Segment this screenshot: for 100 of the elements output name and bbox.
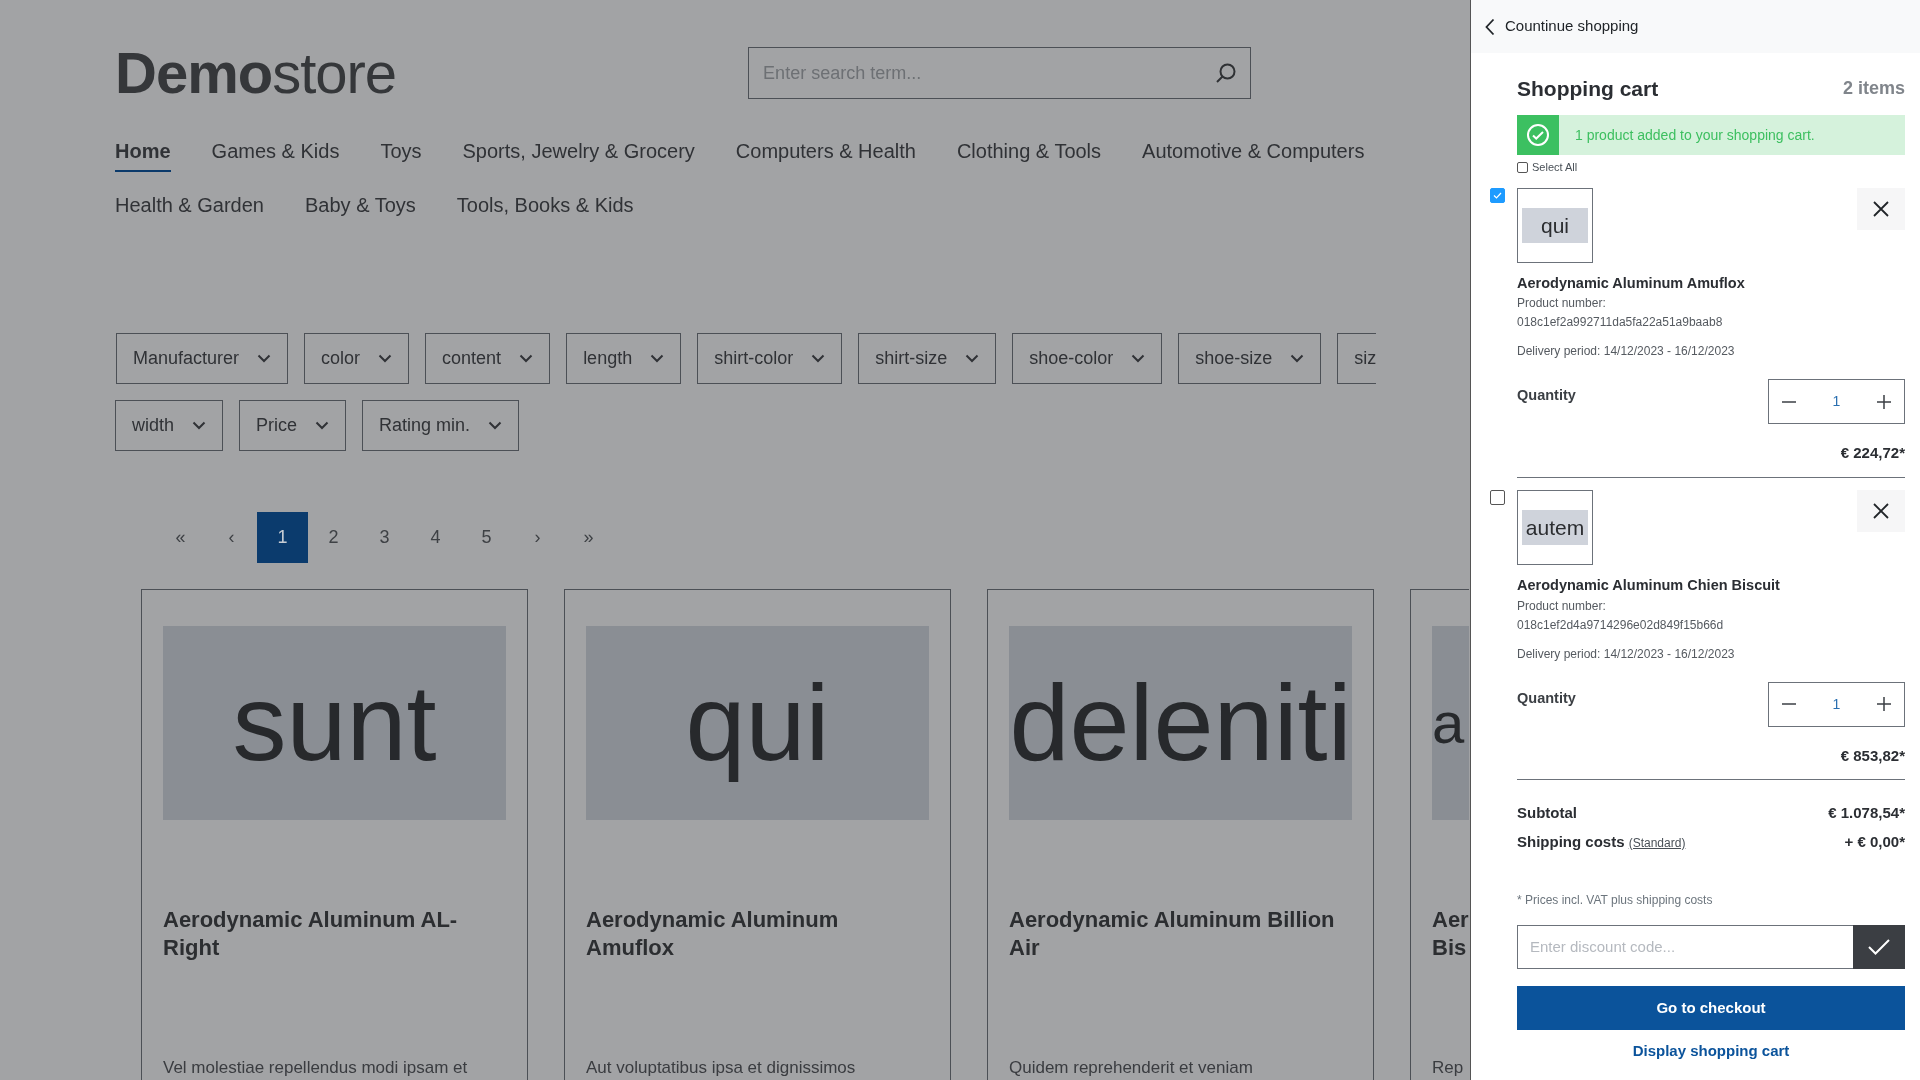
search-icon: [1215, 62, 1238, 84]
nav-link[interactable]: Toys: [380, 136, 422, 172]
filter-dropdown[interactable]: content: [425, 333, 551, 384]
delivery-period: Delivery period: 14/12/2023 - 16/12/2023: [1517, 343, 1736, 361]
minus-icon: [1782, 400, 1796, 403]
product-name[interactable]: Aerodynamic Aluminum Chien Biscuit: [1517, 574, 1905, 597]
shipping-method-link[interactable]: (Standard): [1628, 835, 1686, 850]
chevron-left-icon: [1485, 17, 1495, 36]
check-icon: [1868, 939, 1890, 955]
filter-dropdown[interactable]: Price: [239, 400, 347, 451]
quantity-label: Quantity: [1517, 688, 1576, 708]
chevron-down-icon: [519, 354, 534, 363]
store-logo[interactable]: Demostore: [115, 44, 397, 102]
quantity-label: Quantity: [1517, 386, 1576, 406]
product-image: sunt: [163, 626, 506, 820]
display-cart-link[interactable]: Display shopping cart: [1517, 1040, 1905, 1063]
product-number-label: Product number:: [1517, 597, 1607, 615]
page-button[interactable]: 5: [461, 512, 512, 563]
chevron-down-icon: [965, 354, 980, 363]
product-description: Aut voluptatibus ipsa et dignissimos: [586, 1056, 857, 1079]
filter-dropdown[interactable]: shoe-color: [1012, 333, 1163, 384]
item-price: € 853,82*: [1839, 745, 1905, 766]
product-number: 018c1ef2a992711da5fa22a51a9baab8: [1517, 314, 1724, 332]
item-price: € 224,72*: [1839, 443, 1905, 464]
thumbnail-text: qui: [1522, 207, 1588, 243]
filter-dropdown[interactable]: length: [566, 333, 682, 384]
chevron-down-icon: [192, 421, 207, 430]
chevron-down-icon: [811, 354, 826, 363]
nav-link[interactable]: Health & Garden: [115, 190, 264, 226]
subtotal-value: € 1.078,54*: [1828, 803, 1905, 823]
close-button[interactable]: [1857, 187, 1905, 230]
thumbnail-text: autem: [1522, 509, 1588, 545]
checkbox[interactable]: [1490, 489, 1505, 505]
quantity-value: 1: [1832, 694, 1841, 714]
page-button[interactable]: »: [563, 512, 614, 563]
page-button[interactable]: 4: [410, 512, 461, 563]
product-thumbnail[interactable]: qui: [1517, 187, 1593, 263]
back-link[interactable]: Countinue shopping: [1471, 0, 1920, 53]
product-title[interactable]: Aerodynamic Aluminum Amuflox: [586, 905, 929, 962]
nav-link[interactable]: Automotive & Computers: [1142, 136, 1365, 172]
filter-dropdown[interactable]: shirt-size: [858, 333, 997, 384]
nav-link[interactable]: Games & Kids: [211, 136, 340, 172]
filter-dropdown[interactable]: siz: [1337, 333, 1377, 384]
subtotal-label: Subtotal: [1517, 803, 1577, 823]
chevron-down-icon: [257, 354, 272, 363]
chevron-down-icon: [650, 354, 665, 363]
filter-dropdown[interactable]: shoe-size: [1178, 333, 1322, 384]
discount-field[interactable]: Enter discount code...: [1517, 925, 1853, 969]
quantity-value: 1: [1832, 392, 1841, 412]
nav-link[interactable]: Computers & Health: [735, 136, 916, 172]
filter-dropdown[interactable]: Manufacturer: [116, 333, 289, 384]
success-alert: 1 product added to your shopping cart.: [1517, 115, 1905, 155]
filter-dropdown[interactable]: color: [304, 333, 410, 384]
chevron-down-icon: [488, 421, 503, 430]
vat-note: * Prices incl. VAT plus shipping costs: [1517, 892, 1714, 909]
product-description: Rep: [1432, 1056, 1465, 1079]
delivery-period: Delivery period: 14/12/2023 - 16/12/2023: [1517, 645, 1736, 663]
page-button[interactable]: 1: [257, 512, 308, 563]
product-number: 018c1ef2d4a9714296e02d849f15b66d: [1517, 616, 1725, 634]
check-circle-icon: [1526, 123, 1550, 147]
chevron-down-icon: [1131, 354, 1146, 363]
page-button[interactable]: ›: [512, 512, 563, 563]
close-button[interactable]: [1857, 489, 1905, 532]
product-image: qui: [586, 626, 929, 820]
page-button[interactable]: 3: [359, 512, 410, 563]
chevron-down-icon: [378, 354, 393, 363]
chevron-down-icon: [1290, 354, 1305, 363]
checkbox[interactable]: [1490, 187, 1505, 203]
filter-dropdown[interactable]: width: [115, 400, 224, 451]
filter-dropdown[interactable]: shirt-color: [697, 333, 843, 384]
plus-icon: [1877, 697, 1891, 711]
nav-link[interactable]: Clothing & Tools: [956, 136, 1102, 172]
checkbox[interactable]: [1517, 161, 1528, 173]
apply-button[interactable]: [1853, 925, 1905, 969]
chevron-down-icon: [315, 421, 330, 430]
checkout-button[interactable]: Go to checkout: [1517, 986, 1905, 1030]
product-image: deleniti: [1009, 626, 1352, 820]
product-name[interactable]: Aerodynamic Aluminum Amuflox: [1517, 272, 1905, 295]
plus-icon: [1877, 394, 1891, 409]
nav-link[interactable]: Baby & Toys: [305, 190, 416, 226]
product-description: Quidem reprehenderit et veniam: [1009, 1056, 1254, 1079]
page-button[interactable]: «: [155, 512, 206, 563]
item-count: 2 items: [1842, 77, 1905, 100]
product-thumbnail[interactable]: autem: [1517, 489, 1593, 565]
nav-link[interactable]: Sports, Jewelry & Grocery: [462, 136, 695, 172]
checkbox-label: Select All: [1532, 160, 1578, 175]
check-icon: [1493, 191, 1502, 199]
nav-link[interactable]: Tools, Books & Kids: [456, 190, 634, 226]
product-description: Vel molestiae repellendus modi ipsam et: [163, 1056, 469, 1079]
product-title[interactable]: Aerodynamic Aluminum Billion Air: [1009, 905, 1352, 962]
page-button[interactable]: 2: [308, 512, 359, 563]
nav-link[interactable]: Home: [115, 136, 171, 172]
close-icon: [1873, 200, 1889, 217]
minus-icon: [1782, 703, 1796, 705]
product-title[interactable]: Aerodynamic Aluminum AL-Right: [163, 905, 506, 962]
page-button[interactable]: ‹: [206, 512, 257, 563]
product-number-label: Product number:: [1517, 295, 1607, 313]
product-title[interactable]: Aer Bis: [1432, 905, 1469, 962]
shipping-label: Shipping costs: [1517, 832, 1625, 850]
filter-dropdown[interactable]: Rating min.: [362, 400, 520, 451]
